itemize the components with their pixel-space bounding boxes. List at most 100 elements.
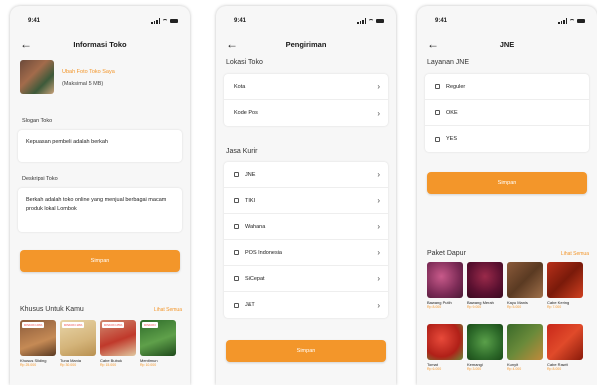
photo-size-note: (Maksimal 5 MB) (62, 81, 104, 87)
service-card: Reguler OKE YES (425, 74, 589, 152)
store-photo[interactable] (20, 60, 54, 94)
section-title: Khusus Untuk Kamu (20, 306, 84, 313)
product-image (427, 262, 463, 298)
product-image (467, 262, 503, 298)
courier-item[interactable]: TIKI › (224, 188, 388, 214)
product-card[interactable]: Kunyit Rp 4.000 (507, 324, 543, 371)
product-card[interactable]: Kayu Manis Rp 5.000 (507, 262, 543, 309)
signal-icon (151, 18, 160, 24)
product-card[interactable]: Cabe Rawit Rp 8.000 (547, 324, 583, 371)
product-card[interactable]: Bawang Merah Rp 9.000 (467, 262, 503, 309)
product-card[interactable]: Cabe Kering Rp 7.000 (547, 262, 583, 309)
location-card: Kota › Kode Pos › (224, 74, 388, 126)
service-item[interactable]: OKE (425, 100, 589, 126)
checkbox[interactable] (435, 84, 440, 89)
row-label: J&T (245, 302, 255, 308)
discount-badge: DISKON 25% (102, 322, 125, 328)
status-time: 9:41 (28, 18, 41, 24)
row-label: Reguler (446, 83, 466, 90)
section-title: Paket Dapur (427, 250, 466, 257)
description-input[interactable]: Berkah adalah toko online yang menjual b… (18, 188, 182, 232)
chevron-right-icon: › (377, 222, 380, 231)
service-item[interactable]: YES (425, 126, 589, 152)
product-price: Rp 6.000 (427, 367, 442, 371)
courier-item[interactable]: SiCepat › (224, 266, 388, 292)
discount-badge: DISKON 20% (22, 322, 45, 328)
row-label: Kode Pos (234, 110, 258, 116)
chevron-right-icon: › (377, 300, 380, 310)
courier-item[interactable]: J&T › (224, 292, 388, 318)
page-title: JNE (499, 40, 515, 49)
product-card[interactable]: DISKON 20% Khusus Sliding Rp 25.000 (20, 320, 56, 367)
chevron-right-icon: › (377, 274, 380, 283)
location-item-postal[interactable]: Kode Pos › (224, 100, 388, 126)
product-card[interactable]: DISKON 25% Cabe Bubuk Rp 15.000 (100, 320, 136, 367)
product-price: Rp 25.000 (20, 363, 37, 367)
chevron-right-icon: › (377, 196, 380, 205)
save-button[interactable]: Simpan (20, 250, 180, 272)
screen-shipping: 9:41 ← Pengiriman Lokasi Toko Kota › Kode… (216, 6, 396, 385)
product-price: Rp 5.000 (507, 305, 522, 309)
save-button[interactable]: Simpan (427, 172, 587, 194)
wifi-icon (162, 18, 168, 24)
location-item-city[interactable]: Kota › (224, 74, 388, 100)
section-header: Paket Dapur Lihat Semua (427, 250, 589, 257)
courier-section-label: Jasa Kurir (226, 148, 258, 155)
status-bar: 9:41 (431, 18, 585, 26)
product-price: Rp 7.000 (547, 305, 562, 309)
checkbox[interactable] (234, 250, 239, 255)
slogan-label: Slogan Toko (22, 118, 53, 124)
status-time: 9:41 (234, 18, 247, 24)
see-all-link[interactable]: Lihat Semua (154, 307, 182, 313)
save-button[interactable]: Simpan (226, 340, 386, 362)
battery-icon (170, 18, 178, 24)
courier-item[interactable]: JNE › (224, 162, 388, 188)
chevron-right-icon: › (377, 108, 380, 118)
product-image: DISKON 10% (60, 320, 96, 356)
wifi-icon (569, 18, 575, 24)
slogan-input[interactable]: Kepuasan pembeli adalah berkah (18, 130, 182, 162)
product-image (547, 262, 583, 298)
checkbox[interactable] (234, 302, 239, 308)
status-bar: 9:41 (230, 18, 384, 26)
checkbox[interactable] (435, 110, 440, 115)
chevron-right-icon: › (377, 82, 380, 91)
service-section-label: Layanan JNE (427, 59, 470, 66)
signal-icon (558, 18, 567, 24)
product-price: Rp 4.000 (507, 367, 522, 371)
service-item[interactable]: Reguler (425, 74, 589, 100)
location-section-label: Lokasi Toko (226, 59, 263, 66)
chevron-right-icon: › (377, 248, 380, 257)
status-time: 9:41 (435, 18, 448, 24)
see-all-link[interactable]: Lihat Semua (561, 251, 589, 257)
row-label: TIKI (245, 197, 256, 204)
row-label: POS Indonesia (245, 249, 282, 256)
product-card[interactable]: Tomat Rp 6.000 (427, 324, 463, 371)
row-label: Wahana (245, 223, 266, 230)
product-price: Rp 10.000 (140, 363, 157, 367)
row-label: SiCepat (245, 275, 265, 282)
product-card[interactable]: DISKON 10% Tuna Mania Rp 30.000 (60, 320, 96, 367)
checkbox[interactable] (234, 172, 239, 177)
discount-badge: DISKON (142, 322, 158, 328)
product-image (507, 262, 543, 298)
product-price: Rp 8.000 (547, 367, 562, 371)
screen-jne: 9:41 ← JNE Layanan JNE Reguler OKE YES S… (417, 6, 597, 385)
courier-item[interactable]: Wahana › (224, 214, 388, 240)
checkbox[interactable] (234, 198, 239, 203)
section-header: Khusus Untuk Kamu Lihat Semua (20, 306, 182, 313)
product-card[interactable]: Kemangi Rp 3.000 (467, 324, 503, 371)
chevron-right-icon: › (377, 170, 380, 179)
row-label: JNE (245, 171, 256, 178)
page-title: Informasi Toko (73, 40, 127, 49)
change-photo-link[interactable]: Ubah Foto Toko Saya (62, 69, 115, 75)
checkbox[interactable] (234, 276, 239, 281)
courier-item[interactable]: POS Indonesia › (224, 240, 388, 266)
product-card[interactable]: DISKON Mentimun Rp 10.000 (140, 320, 176, 367)
product-image: DISKON 20% (20, 320, 56, 356)
checkbox[interactable] (435, 136, 440, 142)
checkbox[interactable] (234, 224, 239, 229)
product-card[interactable]: Bawang Putih Rp 8.000 (427, 262, 463, 309)
product-price: Rp 15.000 (100, 363, 117, 367)
description-label: Deskripsi Toko (22, 176, 58, 182)
